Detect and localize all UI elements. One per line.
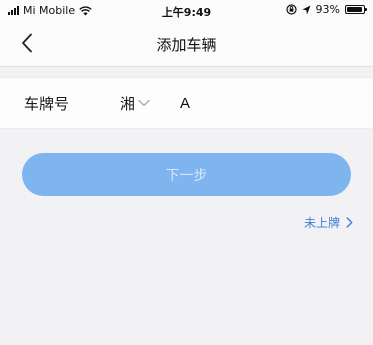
screen-rotation-lock-icon <box>285 4 297 15</box>
location-arrow-icon <box>302 5 311 14</box>
unregistered-vehicle-link[interactable]: 未上牌 <box>304 214 353 231</box>
chevron-down-icon <box>138 99 150 107</box>
plate-number-row: 车牌号 湘 <box>0 77 373 129</box>
battery-cap <box>365 8 367 11</box>
province-select[interactable]: 湘 <box>120 90 150 116</box>
battery-icon <box>345 5 367 14</box>
navigation-bar: 添加车辆 <box>0 20 373 67</box>
status-bar: Mi Mobile 上午9:49 93% <box>0 0 373 20</box>
plate-number-label: 车牌号 <box>24 95 70 113</box>
battery-fill <box>347 7 362 12</box>
battery-percent: 93% <box>315 3 340 16</box>
next-step-button[interactable]: 下一步 <box>22 153 351 196</box>
province-value: 湘 <box>120 94 136 113</box>
page-title: 添加车辆 <box>156 36 217 54</box>
chevron-right-icon <box>346 217 353 228</box>
status-right: 93% <box>285 3 367 16</box>
unregistered-label: 未上牌 <box>303 216 340 230</box>
plate-number-input[interactable] <box>170 90 360 116</box>
